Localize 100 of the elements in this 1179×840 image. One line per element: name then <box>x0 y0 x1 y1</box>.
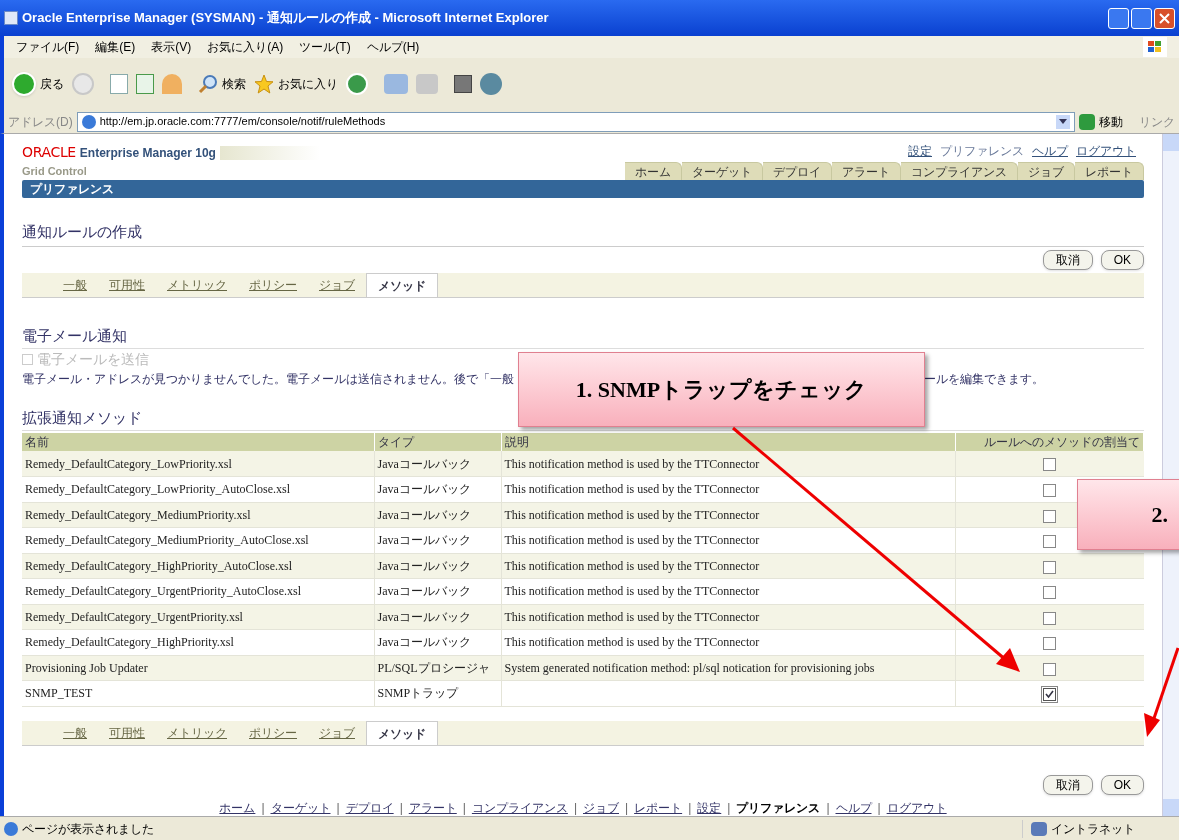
address-field[interactable]: http://em.jp.oracle.com:7777/em/console/notif/ruleMethods <box>76 111 1075 132</box>
table-cell: Javaコールバック <box>377 635 471 650</box>
nav-tab[interactable]: コンプライアンス <box>901 162 1018 180</box>
separator: | <box>877 799 881 816</box>
separator: | <box>462 799 466 816</box>
table-cell: This notification method is used by the TTConnector <box>504 584 760 599</box>
subtab[interactable]: 可用性 <box>98 273 156 297</box>
email-notice: ールを編集できます。 <box>924 371 1044 388</box>
global-link[interactable]: 設定 <box>908 142 932 160</box>
footer-link[interactable]: ヘルプ <box>835 798 872 816</box>
favorites-label[interactable]: お気に入り <box>278 75 338 93</box>
menu-item[interactable]: お気に入り(A) <box>207 38 284 56</box>
form-button[interactable]: OK <box>1100 250 1144 270</box>
footer-link[interactable]: プリファレンス <box>736 798 821 816</box>
global-link[interactable]: ログアウト <box>1076 142 1136 160</box>
table-cell: Remedy_DefaultCategory_LowPriority.xsl <box>25 456 232 471</box>
table-cell: Remedy_DefaultCategory_UrgentPriority.xsl <box>25 609 243 624</box>
subtab[interactable]: ポリシー <box>238 720 308 745</box>
table-cell: Javaコールバック <box>377 507 471 522</box>
global-link[interactable]: プリファレンス <box>940 142 1024 160</box>
window-title: Oracle Enterprise Manager (SYSMAN) - 通知ルールの作成 - Microsoft Internet Explorer <box>22 9 549 28</box>
footer-link[interactable]: ホーム <box>219 798 256 816</box>
menu-item[interactable]: ヘルプ(H) <box>366 38 420 56</box>
form-button[interactable]: 取消 <box>1042 774 1093 795</box>
footer-link[interactable]: レポート <box>634 798 683 816</box>
menu-item[interactable]: ツール(T) <box>299 38 351 56</box>
footer-link[interactable]: ログアウト <box>886 798 947 816</box>
nav-tab[interactable]: ジョブ <box>1018 162 1075 180</box>
checkbox[interactable] <box>1043 535 1057 548</box>
menu-item[interactable]: 表示(V) <box>151 38 192 56</box>
nav-tab[interactable]: アラート <box>832 162 901 180</box>
footer-link[interactable]: コンプライアンス <box>471 798 568 816</box>
table-cell: This notification method is used by the TTConnector <box>504 558 760 573</box>
back-label[interactable]: 戻る <box>40 75 64 93</box>
separator: | <box>399 799 403 816</box>
checkbox[interactable] <box>1043 458 1057 472</box>
column-header: ルールへのメソッドの割当て <box>984 435 1140 449</box>
search-label[interactable]: 検索 <box>222 75 246 93</box>
separator: | <box>826 799 830 816</box>
separator: | <box>261 799 265 816</box>
status-text: ページが表示されました <box>22 820 154 838</box>
subtab[interactable]: メトリック <box>156 720 238 745</box>
subtab[interactable]: 可用性 <box>98 720 156 745</box>
footer-link[interactable]: 設定 <box>697 798 722 816</box>
nav-tab[interactable]: ターゲット <box>682 162 763 180</box>
form-button[interactable]: OK <box>1100 774 1144 795</box>
go-button[interactable]: 移動 <box>1099 112 1123 131</box>
table-cell: PL/SQLプロシージャ <box>377 660 490 675</box>
subtab[interactable]: ポリシー <box>238 273 308 297</box>
zone-text: イントラネット <box>1051 820 1135 838</box>
table-cell: Remedy_DefaultCategory_UrgentPriority_AutoClose.xsl <box>25 584 302 599</box>
url-text[interactable]: http://em.jp.oracle.com:7777/em/console/notif/ruleMethods <box>99 113 386 130</box>
checkbox[interactable] <box>1043 509 1057 523</box>
subtab[interactable]: メソッド <box>366 720 438 745</box>
checkbox[interactable] <box>1043 560 1057 574</box>
checkbox[interactable] <box>1043 611 1057 625</box>
table-cell: This notification method is used by the TTConnector <box>504 635 760 650</box>
footer-link[interactable]: ジョブ <box>583 798 619 816</box>
checkbox[interactable] <box>1043 637 1057 650</box>
section-heading: 拡張通知メソッド <box>22 409 142 426</box>
close-icon[interactable] <box>1154 7 1175 29</box>
table-cell: Remedy_DefaultCategory_HighPriority.xsl <box>25 635 234 650</box>
callout-tooltip: 2. <box>1077 479 1179 550</box>
subtab[interactable]: 一般 <box>52 720 98 745</box>
dropdown-icon[interactable] <box>1056 114 1070 129</box>
form-button[interactable]: 取消 <box>1042 250 1093 270</box>
footer-link[interactable]: ターゲット <box>270 798 331 816</box>
subtab[interactable]: ジョブ <box>308 720 366 745</box>
nav-tab[interactable]: デプロイ <box>763 162 832 180</box>
callout-tooltip: 1. SNMPトラップをチェック <box>518 352 925 427</box>
checkbox[interactable] <box>1043 662 1057 676</box>
separator: | <box>573 799 577 816</box>
table-cell: Javaコールバック <box>377 584 471 599</box>
subtab[interactable]: メトリック <box>156 273 238 297</box>
menu-item[interactable]: ファイル(F) <box>16 38 80 56</box>
checkbox[interactable] <box>1043 586 1057 599</box>
checkbox[interactable] <box>1043 484 1057 497</box>
table-cell: Remedy_DefaultCategory_MediumPriority_AutoClose.xsl <box>25 533 309 548</box>
table-cell: Remedy_DefaultCategory_MediumPriority.xsl <box>25 507 251 522</box>
footer-link[interactable]: デプロイ <box>345 798 394 816</box>
oracle-logo: ORACLE <box>22 143 76 162</box>
menu-item[interactable]: 編集(E) <box>95 38 136 56</box>
nav-tab[interactable]: ホーム <box>625 162 682 180</box>
subtab[interactable]: メソッド <box>366 273 438 297</box>
table-cell: Provisioning Job Updater <box>25 660 148 675</box>
subtab[interactable]: 一般 <box>52 273 98 297</box>
column-header: タイプ <box>377 435 414 449</box>
global-link[interactable]: ヘルプ <box>1032 142 1068 160</box>
nav-tab[interactable]: レポート <box>1075 162 1144 180</box>
checkbox[interactable] <box>1043 688 1057 701</box>
table-cell: SNMP_TEST <box>25 686 93 701</box>
subtab[interactable]: ジョブ <box>308 273 366 297</box>
footer-link[interactable]: アラート <box>408 798 457 816</box>
star-icon[interactable] <box>254 74 274 94</box>
separator: | <box>625 799 629 816</box>
page-title: 通知ルールの作成 <box>22 223 142 240</box>
table-cell: Javaコールバック <box>377 558 471 573</box>
section-heading: 電子メール通知 <box>22 327 127 344</box>
search-icon[interactable] <box>198 74 218 94</box>
checkbox-label: 電子メールを送信 <box>37 350 149 369</box>
